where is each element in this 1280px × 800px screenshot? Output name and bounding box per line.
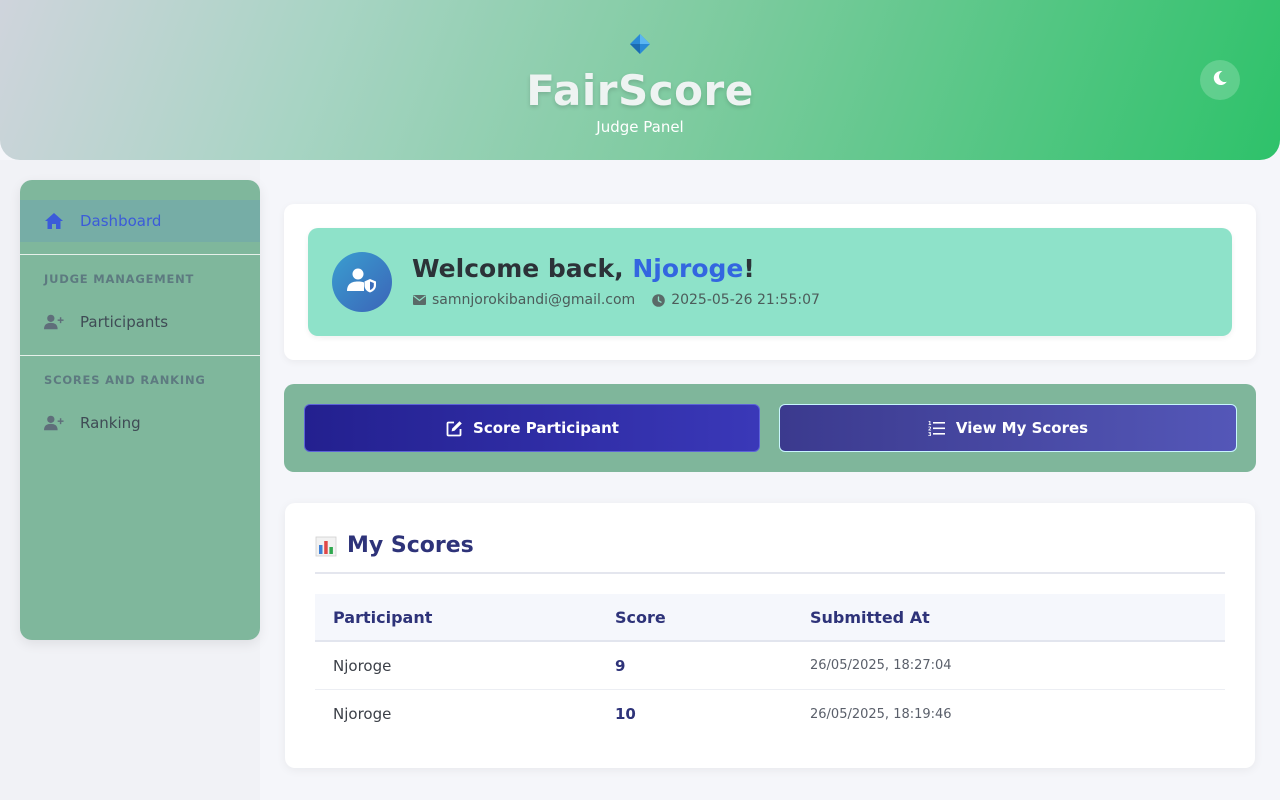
column-header-submitted: Submitted At bbox=[810, 607, 930, 627]
score-participant-label: Score Participant bbox=[473, 419, 619, 437]
sidebar-item-label: Dashboard bbox=[80, 212, 162, 230]
home-icon bbox=[44, 211, 64, 231]
my-scores-card: My Scores Participant Score Submitted At… bbox=[285, 503, 1255, 768]
welcome-banner: Welcome back, Njoroge! samnjorokibandi@g… bbox=[308, 228, 1232, 336]
my-scores-heading: My Scores bbox=[315, 533, 474, 558]
welcome-suffix: ! bbox=[743, 254, 755, 283]
column-header-participant: Participant bbox=[333, 607, 433, 627]
diamond-icon bbox=[630, 34, 650, 54]
sidebar-item-label: Participants bbox=[80, 313, 169, 331]
moon-icon bbox=[1211, 69, 1229, 91]
avatar bbox=[332, 252, 392, 312]
cell-participant: Njoroge bbox=[333, 656, 392, 675]
sidebar-item-ranking[interactable]: Ranking bbox=[20, 402, 260, 444]
nav-divider bbox=[20, 355, 260, 356]
user-shield-icon bbox=[347, 267, 377, 297]
welcome-prefix: Welcome back, bbox=[412, 254, 633, 283]
current-datetime: 2025-05-26 21:55:07 bbox=[671, 292, 820, 308]
cell-score: 9 bbox=[615, 656, 626, 675]
app-subtitle: Judge Panel bbox=[596, 118, 684, 136]
list-ol-icon: 1 2 3 bbox=[928, 419, 946, 437]
nav-section-title: SCORES AND RANKING bbox=[44, 373, 206, 387]
bar-chart-icon bbox=[315, 535, 337, 557]
my-scores-title: My Scores bbox=[347, 533, 474, 558]
app-title: FairScore bbox=[526, 66, 754, 115]
cell-submitted: 26/05/2025, 18:27:04 bbox=[810, 658, 952, 673]
sidebar-item-label: Ranking bbox=[80, 414, 141, 432]
table-row: Njoroge 9 26/05/2025, 18:27:04 bbox=[315, 642, 1225, 690]
user-plus-icon bbox=[44, 413, 64, 433]
nav-section-title: JUDGE MANAGEMENT bbox=[44, 272, 195, 286]
section-divider bbox=[315, 572, 1225, 574]
table-row: Njoroge 10 26/05/2025, 18:19:46 bbox=[315, 690, 1225, 738]
user-email: samnjorokibandi@gmail.com bbox=[432, 292, 636, 308]
welcome-meta: samnjorokibandi@gmail.com 2025-05-26 21:… bbox=[412, 292, 820, 308]
theme-toggle-button[interactable] bbox=[1200, 60, 1240, 100]
view-my-scores-button[interactable]: 1 2 3 View My Scores bbox=[779, 404, 1237, 452]
cell-participant: Njoroge bbox=[333, 705, 392, 723]
column-header-score: Score bbox=[615, 607, 666, 627]
nav-divider bbox=[20, 254, 260, 255]
app-header: FairScore Judge Panel bbox=[0, 0, 1280, 160]
table-header: Participant Score Submitted At bbox=[315, 594, 1225, 642]
clock-icon bbox=[651, 293, 665, 307]
user-plus-icon bbox=[44, 312, 64, 332]
envelope-icon bbox=[412, 293, 426, 307]
scores-table: Participant Score Submitted At Njoroge 9… bbox=[315, 594, 1225, 738]
svg-text:3: 3 bbox=[928, 432, 932, 436]
welcome-heading: Welcome back, Njoroge! bbox=[412, 254, 755, 283]
welcome-card: Welcome back, Njoroge! samnjorokibandi@g… bbox=[284, 204, 1256, 360]
sidebar-item-participants[interactable]: Participants bbox=[20, 301, 260, 343]
cell-submitted: 26/05/2025, 18:19:46 bbox=[810, 706, 952, 722]
user-name: Njoroge bbox=[632, 254, 744, 283]
actions-card: Score Participant 1 2 3 View My Scores bbox=[284, 384, 1256, 472]
edit-icon bbox=[445, 419, 463, 437]
sidebar: Dashboard JUDGE MANAGEMENT Participants … bbox=[20, 180, 260, 640]
cell-score: 10 bbox=[615, 705, 636, 723]
score-participant-button[interactable]: Score Participant bbox=[304, 404, 760, 452]
view-my-scores-label: View My Scores bbox=[955, 419, 1089, 437]
sidebar-item-dashboard[interactable]: Dashboard bbox=[20, 200, 260, 242]
